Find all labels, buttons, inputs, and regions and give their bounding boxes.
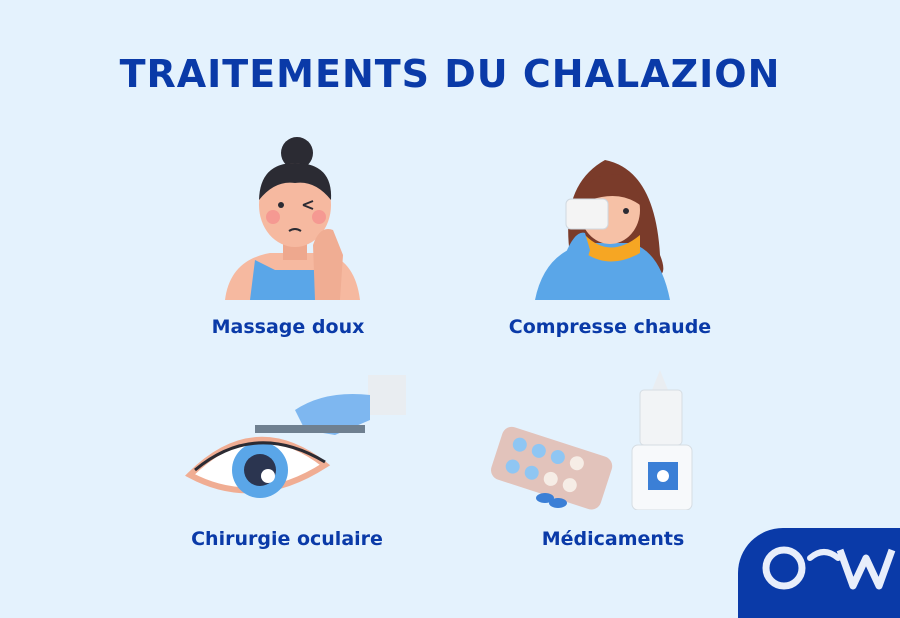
treatment-label-massage: Massage doux (211, 316, 365, 338)
brand-logo (738, 528, 900, 618)
page-title: TRAITEMENTS DU CHALAZION (119, 52, 781, 96)
treatment-label-compress: Compresse chaude (508, 316, 712, 338)
pills-eye-drops-icon (491, 370, 693, 510)
treatment-label-medication: Médicaments (541, 528, 685, 550)
woman-massaging-eye-icon (225, 137, 360, 300)
woman-warm-compress-icon (535, 160, 670, 300)
logo-mark-icon (762, 546, 896, 590)
eye-scalpel-icon (185, 375, 406, 498)
treatment-label-surgery: Chirurgie oculaire (191, 528, 383, 550)
